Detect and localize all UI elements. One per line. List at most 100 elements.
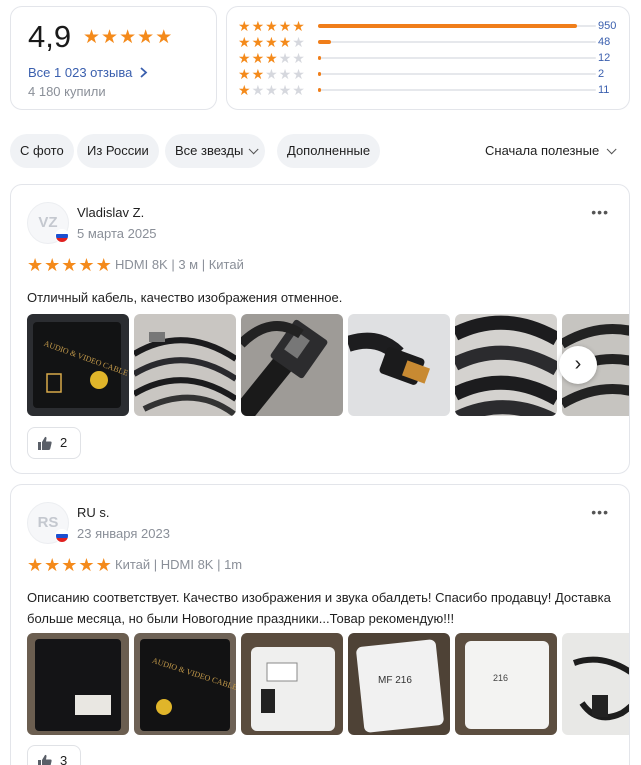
distribution-count: 950 [598,20,617,32]
distribution-bar-fill [318,40,332,44]
star-icon: ★ [292,50,305,66]
star-icon: ★ [44,555,61,575]
review-photo[interactable] [134,314,236,416]
review-photo[interactable]: AUDIO & VIDEO CABLE [27,314,129,416]
review-photo[interactable] [241,633,343,735]
review-stars: ★ ★ ★ ★ ★ [27,256,112,274]
distribution-bar-track [318,40,596,44]
star-icon: ★ [238,50,251,66]
sort-dropdown[interactable]: Сначала полезные [485,143,617,158]
distribution-row-4-stars[interactable]: ★ ★ ★ ★ ★ 48 [238,35,624,49]
distribution-row-2-stars[interactable]: ★ ★ ★ ★ ★ 2 [238,67,624,81]
star-icon: ★ [292,34,305,50]
star-icon: ★ [137,27,155,48]
star-icon: ★ [278,34,292,50]
star-icon: ★ [238,66,251,82]
star-icon: ★ [251,50,265,66]
chevron-down-icon [606,144,617,155]
distribution-bar-fill [318,56,322,60]
review-card: RS RU s. 23 января 2023 ••• ★ ★ ★ ★ ★ Китай … [10,484,630,765]
more-dots-icon[interactable]: ••• [591,504,609,520]
star-icon: ★ [78,255,95,275]
average-rating-stars: ★ ★ ★ ★ ★ [83,28,172,47]
star-icon: ★ [44,255,61,275]
filter-supplemented-chip[interactable]: Дополненные [277,134,381,168]
review-variant: Китай | HDMI 8K | 1m [115,557,243,572]
review-photo[interactable]: 216 [455,633,557,735]
chevron-down-icon [248,144,259,155]
review-text: Описанию соответствует. Качество изображ… [27,590,611,626]
more-dots-icon[interactable]: ••• [591,204,609,220]
star-icon: ★ [278,50,292,66]
star-icon: ★ [265,66,278,82]
star-icon: ★ [265,82,278,98]
distribution-row-3-stars[interactable]: ★ ★ ★ ★ ★ 12 [238,51,624,65]
star-icon: ★ [119,27,137,48]
distribution-stars: ★ ★ ★ ★ ★ [238,51,305,65]
distribution-row-1-stars[interactable]: ★ ★ ★ ★ ★ 11 [238,83,624,97]
filter-with-photo-label: С фото [20,143,64,158]
review-photo[interactable] [455,314,557,416]
star-icon: ★ [265,18,278,34]
star-icon: ★ [61,255,78,275]
star-icon: ★ [238,34,251,50]
distribution-row-5-stars[interactable]: ★ ★ ★ ★ ★ 950 [238,19,624,33]
distribution-bar-fill [318,88,322,92]
distribution-stars: ★ ★ ★ ★ ★ [238,19,305,33]
star-icon: ★ [251,66,265,82]
like-count: 3 [60,753,68,765]
review-photo[interactable] [27,633,129,735]
distribution-count: 12 [598,52,611,64]
svg-text:216: 216 [493,673,508,683]
review-text: Отличный кабель, качество изображения от… [27,290,343,305]
star-icon: ★ [27,255,44,275]
rating-summary-card: 4,9 ★ ★ ★ ★ ★ Все 1 023 отзыва 4 180 куп… [10,6,217,110]
review-photos: AUDIO & VIDEO CABLE [27,314,629,416]
star-icon: ★ [278,66,292,82]
star-icon: ★ [278,82,292,98]
review-photo[interactable] [348,314,450,416]
photos-next-button[interactable]: › [559,346,597,384]
like-button[interactable]: 3 [27,745,81,765]
distribution-bar-track [318,88,596,92]
filter-all-stars-label: Все звезды [175,143,244,158]
star-icon: ★ [95,255,112,275]
review-photo[interactable]: MF 216 [348,633,450,735]
chevron-right-icon [140,67,148,78]
russia-flag-icon [55,229,69,243]
distribution-stars: ★ ★ ★ ★ ★ [238,35,305,49]
like-button[interactable]: 2 [27,427,81,459]
review-photo[interactable]: AUDIO & VIDEO CABLE [134,633,236,735]
thumbs-up-icon [38,754,52,765]
svg-text:MF 216: MF 216 [378,675,412,686]
star-icon: ★ [251,18,265,34]
review-stars: ★ ★ ★ ★ ★ [27,556,112,574]
review-author: Vladislav Z. [77,205,145,220]
review-photo[interactable] [241,314,343,416]
star-icon: ★ [251,82,265,98]
star-icon: ★ [238,82,251,98]
sort-label: Сначала полезные [485,143,600,158]
review-card: VZ Vladislav Z. 5 марта 2025 ••• ★ ★ ★ ★ ★ H… [10,184,630,474]
star-icon: ★ [292,18,305,34]
distribution-bar-track [318,24,596,28]
filter-from-russia-chip[interactable]: Из России [77,134,159,168]
star-icon: ★ [95,555,112,575]
filter-all-stars-dropdown[interactable]: Все звезды [165,134,266,168]
filter-with-photo-chip[interactable]: С фото [10,134,74,168]
star-icon: ★ [61,555,78,575]
distribution-bar-track [318,72,596,76]
distribution-count: 11 [598,84,610,96]
star-icon: ★ [265,34,278,50]
star-icon: ★ [251,34,265,50]
review-photo[interactable] [562,633,629,735]
review-date: 5 марта 2025 [77,226,157,241]
star-icon: ★ [155,27,173,48]
bought-count: 4 180 купили [28,84,106,99]
review-date: 23 января 2023 [77,526,170,541]
star-icon: ★ [101,27,119,48]
star-icon: ★ [292,66,305,82]
star-icon: ★ [238,18,251,34]
like-count: 2 [60,435,68,450]
all-reviews-link[interactable]: Все 1 023 отзыва [28,65,148,80]
